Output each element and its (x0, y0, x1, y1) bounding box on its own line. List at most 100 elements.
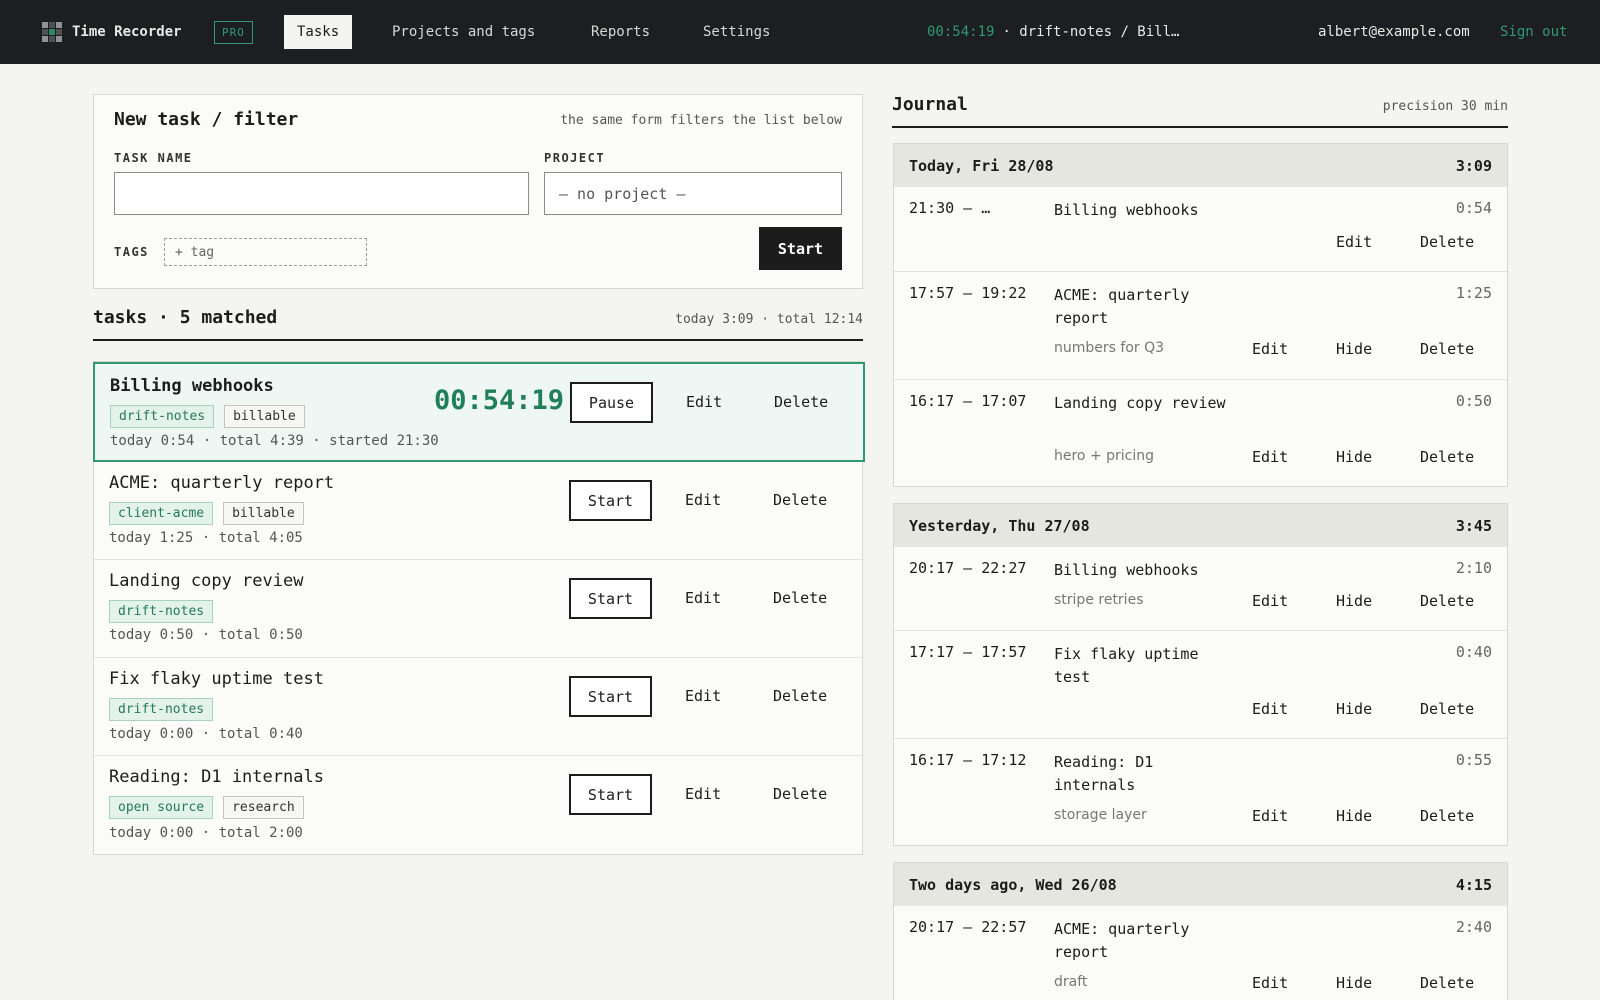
start-task-button[interactable]: Start (569, 774, 652, 815)
journal-entry: 16:17 – 17:12 Reading: D1 internals 0:55… (894, 739, 1507, 845)
journal-entry: 20:17 – 22:57 ACME: quarterly report 2:4… (894, 906, 1507, 1000)
delete-button[interactable]: Delete (773, 687, 827, 705)
journal-entry: 20:17 – 22:27 Billing webhooks 2:10 stri… (894, 547, 1507, 631)
entry-delete-button[interactable]: Delete (1420, 448, 1474, 466)
delete-button[interactable]: Delete (774, 393, 828, 411)
task-name-input[interactable] (114, 172, 529, 215)
task-meta: today 0:00 · total 2:00 (109, 825, 303, 841)
edit-button[interactable]: Edit (685, 687, 721, 705)
app-logo[interactable]: Time Recorder (42, 0, 182, 64)
entry-duration: 2:40 (1455, 918, 1492, 936)
journal-entry: 17:17 – 17:57 Fix flaky uptime test 0:40… (894, 631, 1507, 739)
delete-button[interactable]: Delete (773, 491, 827, 509)
entry-edit-button[interactable]: Edit (1252, 700, 1288, 718)
running-timer[interactable]: 00:54:19 · drift-notes / Bill… (927, 0, 1179, 64)
sign-out-link[interactable]: Sign out (1500, 0, 1567, 64)
entry-edit-button[interactable]: Edit (1252, 592, 1288, 610)
entry-time: 16:17 – 17:07 (909, 392, 1027, 410)
edit-button[interactable]: Edit (686, 393, 722, 411)
entry-title: Landing copy review (1054, 394, 1226, 412)
pause-button[interactable]: Pause (570, 382, 653, 423)
journal-entry: 16:17 – 17:07 Landing copy review 0:50 h… (894, 380, 1507, 486)
task-name: ACME: quarterly report (109, 473, 335, 493)
tag-chip[interactable]: drift-notes (109, 600, 214, 623)
day-total: 4:15 (1455, 876, 1492, 894)
entry-delete-button[interactable]: Delete (1420, 807, 1474, 825)
tag-input[interactable]: + tag (164, 238, 367, 266)
start-task-button[interactable]: Start (569, 676, 652, 717)
tag-chip[interactable]: research (223, 796, 304, 819)
journal-day: Yesterday, Thu 27/08 3:45 20:17 – 22:27 … (893, 503, 1508, 846)
task-name-label: TASK NAME (114, 151, 193, 165)
delete-button[interactable]: Delete (773, 589, 827, 607)
day-label: Today, Fri 28/08 (909, 157, 1054, 175)
entry-edit-button[interactable]: Edit (1336, 233, 1372, 251)
task-row[interactable]: Fix flaky uptime test drift-notes today … (94, 658, 864, 756)
entry-title: Billing webhooks (1054, 201, 1199, 219)
tag-chip[interactable]: drift-notes (110, 405, 215, 428)
entry-edit-button[interactable]: Edit (1252, 974, 1288, 992)
task-row-active[interactable]: Billing webhooks drift-notes billable to… (93, 362, 865, 462)
entry-time: 17:17 – 17:57 (909, 643, 1027, 661)
edit-button[interactable]: Edit (685, 589, 721, 607)
task-row[interactable]: Landing copy review drift-notes today 0:… (94, 560, 864, 658)
entry-hide-button[interactable]: Hide (1336, 807, 1372, 825)
nav-tab-reports[interactable]: Reports (578, 15, 663, 49)
task-name: Fix flaky uptime test (109, 669, 324, 689)
tag-chip[interactable]: drift-notes (109, 698, 214, 721)
edit-button[interactable]: Edit (685, 785, 721, 803)
task-tags: drift-notes billable (110, 405, 305, 428)
task-meta: today 0:50 · total 0:50 (109, 627, 303, 643)
entry-note: draft (1054, 974, 1088, 990)
tag-chip[interactable]: client-acme (109, 502, 214, 525)
entry-edit-button[interactable]: Edit (1252, 807, 1288, 825)
entry-delete-button[interactable]: Delete (1420, 592, 1474, 610)
task-meta: today 0:00 · total 0:40 (109, 726, 303, 742)
grid-logo-icon (42, 22, 62, 42)
entry-hide-button[interactable]: Hide (1336, 974, 1372, 992)
tag-chip[interactable]: open source (109, 796, 214, 819)
start-task-button[interactable]: Start (569, 578, 652, 619)
pro-badge-wrap: PRO (214, 0, 253, 64)
entry-duration: 0:54 (1455, 199, 1492, 217)
project-select[interactable]: — no project — (544, 172, 842, 215)
entry-duration: 0:55 (1455, 751, 1492, 769)
journal-title: Journal (892, 94, 968, 115)
entry-delete-button[interactable]: Delete (1420, 233, 1474, 251)
entry-title: Reading: D1 internals (1054, 753, 1154, 794)
entry-hide-button[interactable]: Hide (1336, 700, 1372, 718)
entry-duration: 2:10 (1455, 559, 1492, 577)
entry-note: hero + pricing (1054, 448, 1155, 464)
edit-button[interactable]: Edit (685, 491, 721, 509)
day-label: Yesterday, Thu 27/08 (909, 517, 1090, 535)
entry-edit-button[interactable]: Edit (1252, 448, 1288, 466)
tasks-header: tasks · 5 matched today 3:09 · total 12:… (93, 300, 863, 341)
entry-hide-button[interactable]: Hide (1336, 448, 1372, 466)
start-button[interactable]: Start (759, 227, 842, 270)
entry-note: stripe retries (1054, 592, 1144, 608)
entry-hide-button[interactable]: Hide (1336, 340, 1372, 358)
day-header: Today, Fri 28/08 3:09 (894, 144, 1507, 187)
entry-time: 16:17 – 17:12 (909, 751, 1027, 769)
start-task-button[interactable]: Start (569, 480, 652, 521)
entry-hide-button[interactable]: Hide (1336, 592, 1372, 610)
day-total: 3:45 (1455, 517, 1492, 535)
task-row[interactable]: Reading: D1 internals open source resear… (94, 756, 864, 854)
top-bar: Time Recorder PRO Tasks Projects and tag… (0, 0, 1600, 64)
delete-button[interactable]: Delete (773, 785, 827, 803)
day-header: Yesterday, Thu 27/08 3:45 (894, 504, 1507, 547)
task-row[interactable]: ACME: quarterly report client-acme billa… (94, 462, 864, 560)
nav-tab-tasks[interactable]: Tasks (284, 15, 353, 49)
entry-edit-button[interactable]: Edit (1252, 340, 1288, 358)
journal-entry: 21:30 – … Billing webhooks 0:54 Edit Del… (894, 187, 1507, 272)
tag-chip[interactable]: billable (223, 502, 304, 525)
task-tags: drift-notes (109, 600, 214, 623)
day-total: 3:09 (1455, 157, 1492, 175)
nav-tab-settings[interactable]: Settings (690, 15, 783, 49)
entry-delete-button[interactable]: Delete (1420, 700, 1474, 718)
tag-chip[interactable]: billable (224, 405, 305, 428)
journal-day: Two days ago, Wed 26/08 4:15 20:17 – 22:… (893, 862, 1508, 1000)
nav-tab-projects[interactable]: Projects and tags (379, 15, 548, 49)
entry-delete-button[interactable]: Delete (1420, 340, 1474, 358)
entry-delete-button[interactable]: Delete (1420, 974, 1474, 992)
